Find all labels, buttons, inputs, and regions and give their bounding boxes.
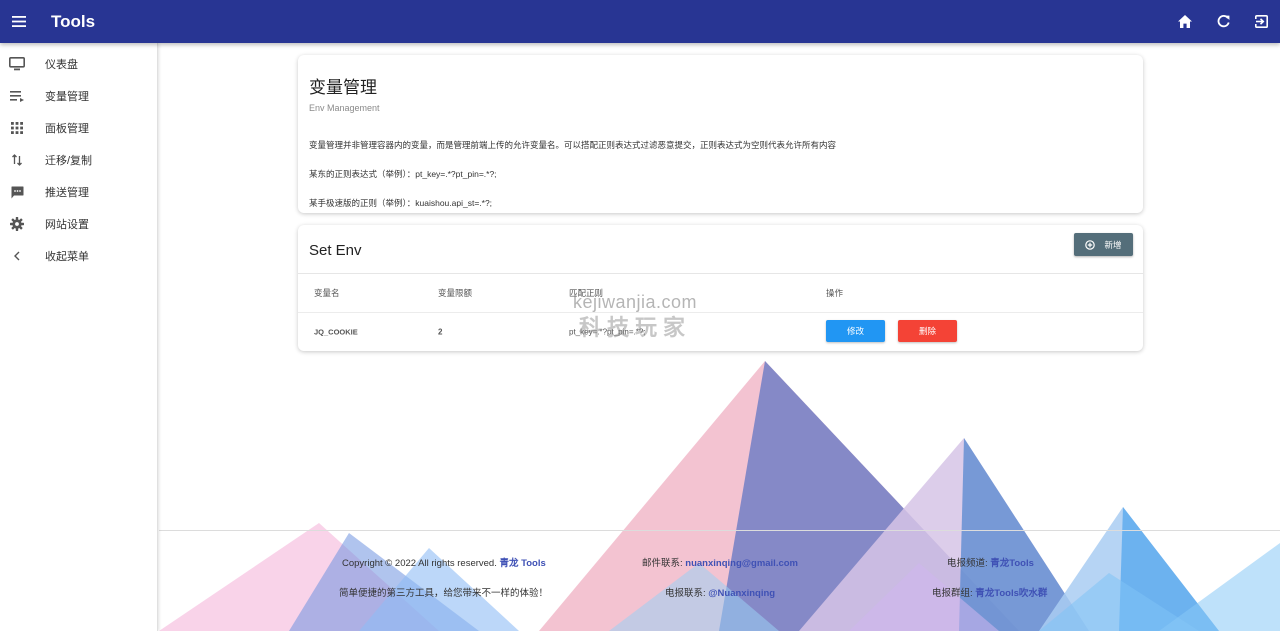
sidebar-item-label: 变量管理 xyxy=(45,91,89,103)
sidebar-item-label: 面板管理 xyxy=(45,123,89,135)
channel-label: 电报频道: xyxy=(947,558,988,569)
footer-telegram: 电报联系: @Nuanxinqing xyxy=(665,585,775,599)
apps-grid-icon xyxy=(8,119,26,137)
telegram-label: 电报联系: xyxy=(665,588,706,599)
add-circle-icon xyxy=(1085,239,1096,250)
sidebar-item-label: 迁移/复制 xyxy=(45,155,93,167)
sidebar: 仪表盘 变量管理 面板管理 迁移/复制 推送管理 网站设置 收起菜单 xyxy=(0,43,158,631)
column-header-regex: 匹配正则 xyxy=(569,288,604,298)
group-link[interactable]: 青龙Tools吹水群 xyxy=(975,588,1047,599)
main-content: 变量管理 Env Management 变量管理并非管理容器内的变量，而是管理前… xyxy=(159,43,1280,631)
sidebar-item-dashboard[interactable]: 仪表盘 xyxy=(0,48,157,80)
footer-email: 邮件联系: nuanxinqing@gmail.com xyxy=(642,555,798,569)
group-label: 电报群组: xyxy=(932,588,973,599)
regex-example-2: 某手极速版的正则（举例）：kuaishou.api_st=.*?; xyxy=(309,198,493,208)
refresh-button[interactable] xyxy=(1204,0,1242,43)
app-title: Tools xyxy=(51,11,96,31)
sidebar-item-label: 收起菜单 xyxy=(45,251,89,263)
copyright-text: Copyright © 2022 All rights reserved. xyxy=(342,558,497,569)
home-button[interactable] xyxy=(1166,0,1204,43)
sidebar-item-label: 仪表盘 xyxy=(45,59,78,71)
sidebar-item-settings[interactable]: 网站设置 xyxy=(0,208,157,240)
sidebar-item-label: 网站设置 xyxy=(45,219,89,231)
table-header: 变量名 变量限额 匹配正则 操作 xyxy=(298,274,1143,313)
edit-button[interactable]: 修改 xyxy=(826,320,885,342)
channel-link[interactable]: 青龙Tools xyxy=(990,558,1034,569)
hamburger-icon xyxy=(12,16,26,27)
footer-group: 电报群组: 青龙Tools吹水群 xyxy=(932,585,1047,599)
card-title: Set Env xyxy=(309,242,362,259)
gear-icon xyxy=(8,215,26,233)
card-title: 变量管理 xyxy=(309,78,377,97)
chevron-left-icon xyxy=(8,247,26,265)
email-label: 邮件联系: xyxy=(642,558,683,569)
regex-example-1: 某东的正则表达式（举例）：pt_key=.*?pt_pin=.*?; xyxy=(309,169,497,179)
message-icon xyxy=(8,183,26,201)
description-text: 变量管理并非管理容器内的变量，而是管理前端上传的允许变量名。可以搭配正则表达式过… xyxy=(309,140,837,150)
add-env-label: 新增 xyxy=(1104,239,1122,250)
footer-divider xyxy=(159,530,1280,531)
telegram-link[interactable]: @Nuanxinqing xyxy=(708,588,775,599)
sidebar-item-variables[interactable]: 变量管理 xyxy=(0,80,157,112)
footer-channel: 电报频道: 青龙Tools xyxy=(947,555,1034,569)
add-env-button[interactable]: 新增 xyxy=(1074,233,1133,256)
app-bar: Tools xyxy=(0,0,1280,43)
sidebar-item-label: 推送管理 xyxy=(45,187,89,199)
playlist-icon xyxy=(8,87,26,105)
footer: Copyright © 2022 All rights reserved. 青龙… xyxy=(159,555,1280,615)
brand-link[interactable]: 青龙 Tools xyxy=(500,558,546,569)
logout-icon xyxy=(1254,15,1268,28)
footer-slogan: 简单便捷的第三方工具，给您带来不一样的体验！ xyxy=(339,588,549,599)
env-regex-cell: pt_key=.*?pt_pin=.*?; xyxy=(569,327,646,336)
email-link[interactable]: nuanxinqing@gmail.com xyxy=(685,558,798,569)
home-icon xyxy=(1178,15,1192,28)
sidebar-item-panels[interactable]: 面板管理 xyxy=(0,112,157,144)
monitor-icon xyxy=(8,55,26,73)
sidebar-item-migrate[interactable]: 迁移/复制 xyxy=(0,144,157,176)
table-row: JQ_COOKIE 2 pt_key=.*?pt_pin=.*?; 修改 删除 xyxy=(298,313,1143,350)
set-env-card-header: Set Env 新增 xyxy=(298,225,1143,274)
swap-vertical-icon xyxy=(8,151,26,169)
column-header-limit: 变量限额 xyxy=(438,288,473,298)
card-subtitle: Env Management xyxy=(309,103,380,113)
env-name-cell: JQ_COOKIE xyxy=(314,327,358,336)
menu-button[interactable] xyxy=(0,0,38,43)
set-env-card: Set Env 新增 变量名 变量限额 匹配正则 操作 JQ_COOKIE 2 … xyxy=(298,225,1143,351)
env-management-info-card: 变量管理 Env Management 变量管理并非管理容器内的变量，而是管理前… xyxy=(298,55,1143,213)
sidebar-item-collapse[interactable]: 收起菜单 xyxy=(0,240,157,272)
logout-button[interactable] xyxy=(1242,0,1280,43)
refresh-icon xyxy=(1217,15,1230,28)
sidebar-item-push[interactable]: 推送管理 xyxy=(0,176,157,208)
footer-copyright: Copyright © 2022 All rights reserved. 青龙… xyxy=(342,555,546,569)
env-limit-cell: 2 xyxy=(438,327,443,336)
column-header-name: 变量名 xyxy=(314,288,340,298)
column-header-actions: 操作 xyxy=(826,288,844,298)
delete-button[interactable]: 删除 xyxy=(898,320,957,342)
